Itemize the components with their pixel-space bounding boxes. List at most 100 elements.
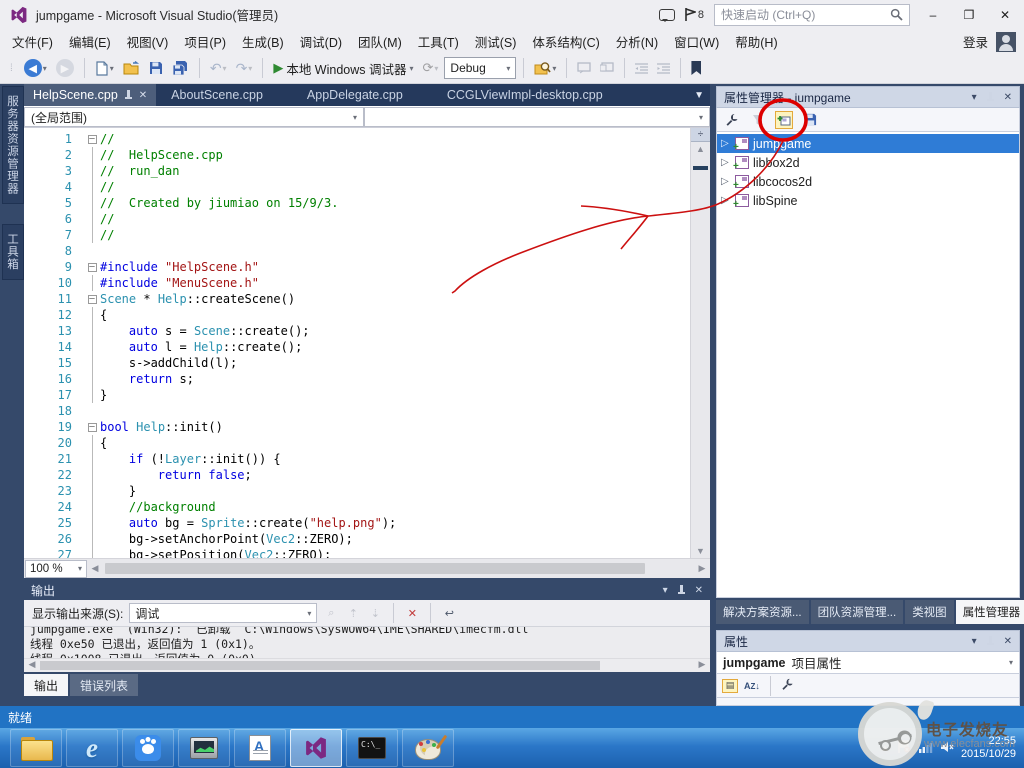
find-message-icon[interactable]: ⌕: [323, 605, 339, 621]
editor-zoom-combo[interactable]: 100 %▾: [25, 560, 87, 578]
sign-in-link[interactable]: 登录: [963, 32, 988, 51]
save-icon[interactable]: [801, 111, 819, 129]
fold-collapse-icon[interactable]: –: [88, 423, 97, 432]
split-editor-handle[interactable]: ÷: [691, 128, 710, 142]
menu-item-5[interactable]: 调试(D): [292, 29, 350, 54]
scroll-left-arrow[interactable]: ◀: [24, 659, 40, 670]
word-wrap-icon[interactable]: ↩: [441, 605, 457, 621]
bookmark-button[interactable]: [688, 56, 704, 80]
find-in-files-button[interactable]: ▾: [531, 56, 559, 80]
output-tab-0[interactable]: 输出: [24, 674, 68, 696]
output-content[interactable]: jumpgame.exe (Win32): 已卸载 C:\Windows\Sys…: [24, 627, 710, 658]
dock-tab-0[interactable]: 解决方案资源...: [716, 600, 809, 624]
output-horizontal-scrollbar[interactable]: ◀ ▶: [24, 658, 710, 672]
editor-tab-3[interactable]: CCGLViewImpl-desktop.cpp: [438, 84, 612, 106]
fold-marker[interactable]: –: [84, 419, 100, 435]
open-file-button[interactable]: [120, 56, 143, 80]
scroll-left-arrow[interactable]: ◀: [87, 563, 103, 574]
notifications-flag-icon[interactable]: 8: [685, 8, 704, 21]
pin-icon[interactable]: [986, 636, 995, 647]
clear-all-icon[interactable]: ✕: [404, 605, 420, 621]
dock-tab-3[interactable]: 属性管理器: [956, 600, 1024, 624]
panel-menu-icon[interactable]: ▾: [972, 636, 977, 647]
tab-server-explorer[interactable]: 服务器资源管理器: [2, 86, 24, 204]
taskbar-button-visual-studio[interactable]: [290, 729, 342, 767]
navigate-forward-button[interactable]: ▶: [53, 56, 77, 80]
dock-tab-2[interactable]: 类视图: [905, 600, 954, 624]
user-avatar-icon[interactable]: [996, 32, 1016, 52]
scope-dropdown[interactable]: (全局范围)▾: [24, 107, 364, 127]
menu-item-12[interactable]: 帮助(H): [727, 29, 785, 54]
menu-item-0[interactable]: 文件(F): [4, 29, 61, 54]
fold-marker[interactable]: –: [84, 131, 100, 147]
pin-icon[interactable]: [677, 585, 686, 596]
properties-object-combo[interactable]: jumpgame 项目属性 ▾: [716, 652, 1020, 674]
fold-collapse-icon[interactable]: –: [88, 295, 97, 304]
tree-expand-icon[interactable]: ▷: [721, 195, 731, 206]
editor-tab-2[interactable]: AppDelegate.cpp: [298, 84, 412, 106]
taskbar-button-command-prompt[interactable]: C:\_: [346, 729, 398, 767]
menu-item-8[interactable]: 测试(S): [467, 29, 525, 54]
editor-horizontal-scrollbar[interactable]: ◀ ▶: [87, 559, 710, 578]
increase-indent-button[interactable]: [654, 56, 673, 80]
save-button[interactable]: [146, 56, 166, 80]
output-hscroll-thumb[interactable]: [40, 661, 600, 670]
output-tab-1[interactable]: 错误列表: [70, 674, 138, 696]
scroll-right-arrow[interactable]: ▶: [694, 659, 710, 670]
taskbar-button-paint[interactable]: [402, 729, 454, 767]
scroll-down-arrow[interactable]: ▼: [691, 544, 710, 558]
menu-item-9[interactable]: 体系结构(C): [524, 29, 607, 54]
editor-tab-1[interactable]: AboutScene.cpp: [162, 84, 272, 106]
taskbar-button-wordpad[interactable]: [234, 729, 286, 767]
document-list-chevron-icon[interactable]: ▼: [694, 90, 704, 101]
redo-button[interactable]: ↷▾: [233, 56, 256, 80]
member-dropdown[interactable]: ▾: [364, 107, 710, 127]
close-button[interactable]: ✕: [992, 5, 1018, 25]
add-property-sheet-button[interactable]: [775, 111, 793, 129]
navigate-back-button[interactable]: ◀▾: [21, 56, 50, 80]
next-message-icon[interactable]: ⇣: [367, 605, 383, 621]
menu-item-7[interactable]: 工具(T): [410, 29, 467, 54]
editor-vertical-scrollbar[interactable]: ÷ ▲ ▼: [690, 128, 710, 558]
restore-button[interactable]: ❐: [956, 5, 982, 25]
tree-item-jumpgame[interactable]: ▷jumpgame: [717, 134, 1019, 153]
menu-item-3[interactable]: 项目(P): [176, 29, 234, 54]
new-item-button[interactable]: ▾: [92, 56, 117, 80]
categorized-view-icon[interactable]: ▤: [722, 679, 738, 693]
minimize-button[interactable]: –: [920, 5, 946, 25]
panel-menu-icon[interactable]: ▾: [663, 585, 668, 596]
properties-wrench-icon[interactable]: [723, 111, 741, 129]
hscroll-thumb[interactable]: [105, 563, 645, 574]
refresh-button[interactable]: ⟳▾: [419, 56, 441, 80]
tree-expand-icon[interactable]: ▷: [721, 138, 731, 149]
panel-close-icon[interactable]: ✕: [695, 585, 703, 596]
panel-menu-icon[interactable]: ▾: [972, 92, 977, 103]
menu-item-4[interactable]: 生成(B): [234, 29, 292, 54]
comment-button[interactable]: [574, 56, 594, 80]
decrease-indent-button[interactable]: [632, 56, 651, 80]
property-pages-wrench-icon[interactable]: [781, 678, 794, 694]
fold-collapse-icon[interactable]: –: [88, 263, 97, 272]
taskbar-button-baidu-browser[interactable]: [122, 729, 174, 767]
close-icon[interactable]: ✕: [139, 90, 147, 101]
fold-collapse-icon[interactable]: –: [88, 135, 97, 144]
tree-item-libSpine[interactable]: ▷libSpine: [717, 191, 1019, 210]
tree-item-libcocos2d[interactable]: ▷libcocos2d: [717, 172, 1019, 191]
filter-icon[interactable]: [749, 111, 767, 129]
tree-expand-icon[interactable]: ▷: [721, 157, 731, 168]
scroll-right-arrow[interactable]: ▶: [694, 563, 710, 574]
scroll-up-arrow[interactable]: ▲: [691, 142, 710, 156]
pin-icon[interactable]: [986, 92, 995, 103]
menu-item-10[interactable]: 分析(N): [608, 29, 666, 54]
pin-icon[interactable]: [124, 90, 133, 101]
editor-tab-0[interactable]: HelpScene.cpp✕: [24, 84, 156, 106]
menu-item-2[interactable]: 视图(V): [119, 29, 177, 54]
fold-marker[interactable]: –: [84, 259, 100, 275]
output-source-combo[interactable]: 调试▾: [129, 603, 317, 623]
panel-close-icon[interactable]: ✕: [1004, 636, 1012, 647]
start-debug-button[interactable]: ▶ 本地 Windows 调试器 ▾: [270, 56, 416, 80]
taskbar-button-performance-monitor[interactable]: [178, 729, 230, 767]
uncomment-button[interactable]: [597, 56, 617, 80]
menu-item-11[interactable]: 窗口(W): [666, 29, 727, 54]
tree-item-libbox2d[interactable]: ▷libbox2d: [717, 153, 1019, 172]
